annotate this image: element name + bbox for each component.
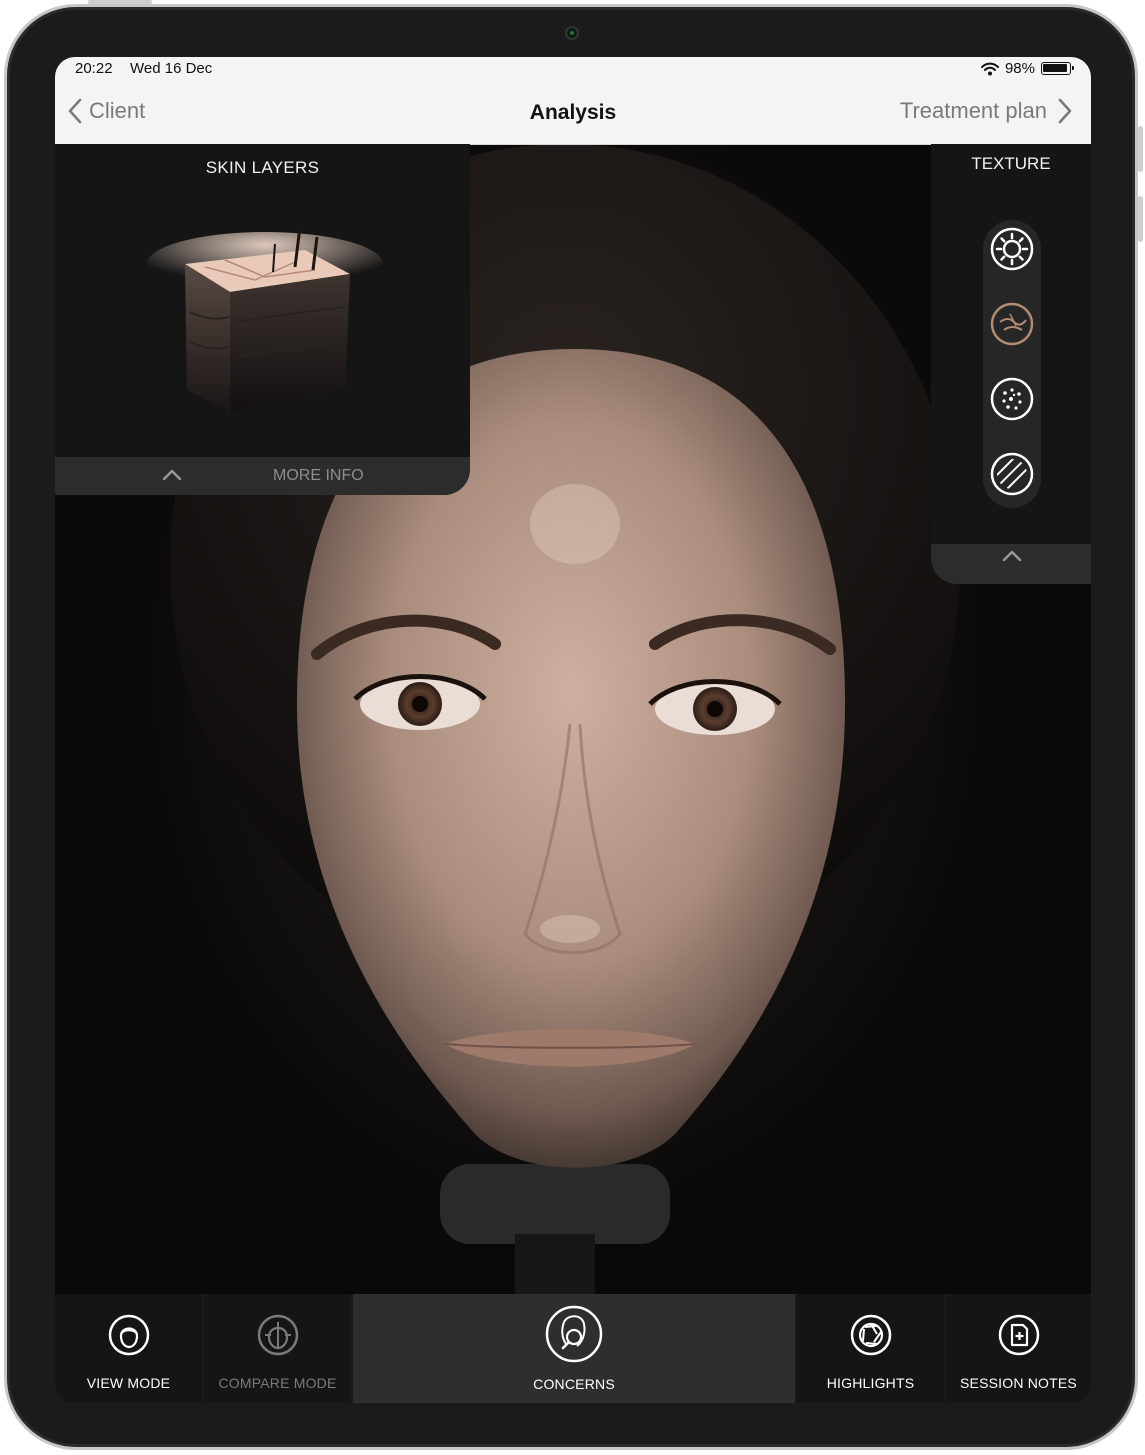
chevron-up-icon	[1002, 550, 1022, 562]
battery-percent: 98%	[1004, 60, 1035, 77]
volume-down-button	[1138, 196, 1143, 242]
status-time: 20:22	[75, 60, 113, 77]
sun-icon	[990, 227, 1034, 271]
status-indicators: 98%	[980, 60, 1074, 77]
face-outline-icon	[108, 1314, 149, 1356]
skin-layers-panel: SKIN LAYERS MORE INFO	[55, 144, 470, 495]
texture-panel: TEXTURE	[931, 144, 1091, 584]
compare-face-icon	[257, 1314, 298, 1356]
concerns-magnifier-icon	[545, 1305, 603, 1363]
compare-mode-label: COMPARE MODE	[218, 1375, 337, 1391]
battery-icon	[1041, 62, 1074, 75]
highlights-label: HIGHLIGHTS	[826, 1375, 915, 1391]
more-info-label: MORE INFO	[273, 467, 364, 484]
hatched-circle-icon	[990, 452, 1034, 496]
skin-layers-title: SKIN LAYERS	[205, 158, 320, 177]
volume-up-button	[1138, 126, 1143, 172]
front-camera	[565, 26, 579, 40]
view-mode-button[interactable]: VIEW MODE	[55, 1294, 202, 1403]
wrinkle-icon	[990, 302, 1034, 346]
wifi-icon	[980, 62, 999, 75]
status-date: Wed 16 Dec	[130, 60, 213, 77]
aperture-icon	[850, 1314, 891, 1356]
view-mode-label: VIEW MODE	[86, 1375, 171, 1391]
bottom-toolbar: VIEW MODE COMPARE MODE CONCERNS HIGHLIGH…	[55, 1294, 1091, 1403]
pores-icon	[990, 377, 1034, 421]
texture-title: TEXTURE	[971, 154, 1051, 173]
concerns-label: CONCERNS	[533, 1376, 615, 1392]
texture-mode-light[interactable]	[990, 227, 1034, 271]
compare-mode-button[interactable]: COMPARE MODE	[204, 1294, 351, 1403]
texture-mode-wrinkles[interactable]	[990, 302, 1034, 346]
navigation-bar: Client Analysis Treatment plan	[55, 87, 1091, 145]
texture-mode-evenness[interactable]	[990, 452, 1034, 496]
chevron-right-icon	[1058, 98, 1072, 124]
power-button	[88, 0, 152, 4]
app-screen: 20:22 Wed 16 Dec 98% Client Analysis Tre…	[55, 57, 1091, 1403]
texture-mode-pores[interactable]	[990, 377, 1034, 421]
note-add-icon	[998, 1314, 1039, 1356]
concerns-button[interactable]: CONCERNS	[353, 1294, 795, 1403]
highlights-button[interactable]: HIGHLIGHTS	[797, 1294, 944, 1403]
status-bar: 20:22 Wed 16 Dec 98%	[55, 57, 1091, 87]
next-label: Treatment plan	[899, 98, 1047, 123]
session-notes-button[interactable]: SESSION NOTES	[946, 1294, 1091, 1403]
session-notes-label: SESSION NOTES	[960, 1375, 1077, 1391]
texture-mode-selector	[983, 220, 1041, 508]
treatment-plan-button[interactable]: Treatment plan	[900, 98, 1073, 124]
more-info-bar[interactable]: MORE INFO	[55, 457, 470, 495]
skin-layers-3d-model[interactable]	[145, 222, 385, 432]
chevron-up-icon	[162, 469, 182, 481]
texture-collapse-bar[interactable]	[931, 544, 1091, 584]
